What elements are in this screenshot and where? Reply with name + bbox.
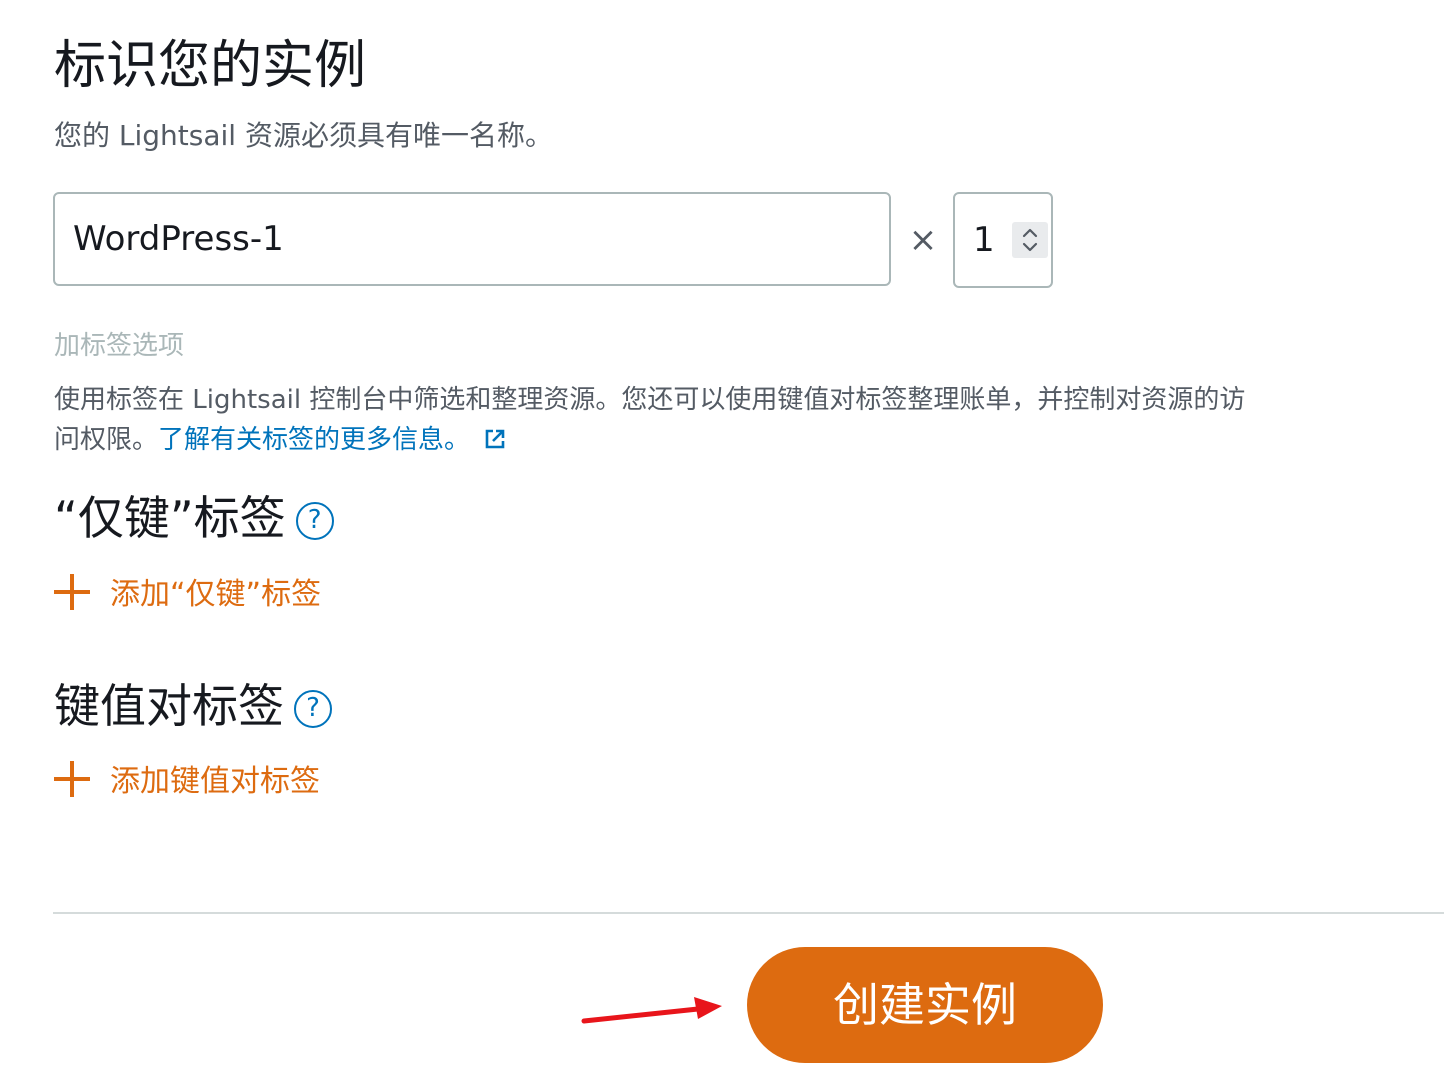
learn-more-tags-link[interactable]: 了解有关标签的更多信息。: [158, 425, 470, 455]
add-key-only-tag-label: 添加“仅键”标签: [110, 577, 322, 612]
add-key-only-tag-button[interactable]: 添加“仅键”标签: [54, 574, 321, 615]
key-only-tags-heading: “仅键”标签?: [54, 488, 334, 548]
plus-icon: [54, 761, 90, 797]
help-icon[interactable]: ?: [295, 502, 334, 540]
instance-name-input[interactable]: [53, 192, 891, 286]
create-instance-button[interactable]: 创建实例: [747, 947, 1103, 1063]
tag-options-label: 加标签选项: [54, 331, 185, 361]
help-icon[interactable]: ?: [294, 690, 332, 728]
quantity-value[interactable]: 1: [973, 218, 995, 262]
plus-icon: [54, 574, 90, 610]
red-arrow-annotation-icon: [580, 995, 730, 1035]
key-value-tags-title: 键值对标签: [54, 679, 284, 733]
tags-description: 使用标签在 Lightsail 控制台中筛选和整理资源。您还可以使用键值对标签整…: [54, 380, 1264, 462]
chevron-up-down-icon[interactable]: [1012, 222, 1048, 258]
external-link-icon[interactable]: [484, 422, 506, 462]
page-subtitle: 您的 Lightsail 资源必须具有唯一名称。: [54, 119, 553, 152]
key-only-tags-title: “仅键”标签: [54, 491, 286, 545]
quantity-stepper[interactable]: 1: [953, 192, 1053, 288]
divider: [53, 912, 1444, 914]
add-key-value-tag-label: 添加键值对标签: [110, 764, 320, 799]
add-key-value-tag-button[interactable]: 添加键值对标签: [54, 761, 320, 802]
multiply-icon: ×: [908, 220, 938, 260]
page-title: 标识您的实例: [54, 36, 367, 96]
key-value-tags-heading: 键值对标签?: [54, 676, 332, 736]
